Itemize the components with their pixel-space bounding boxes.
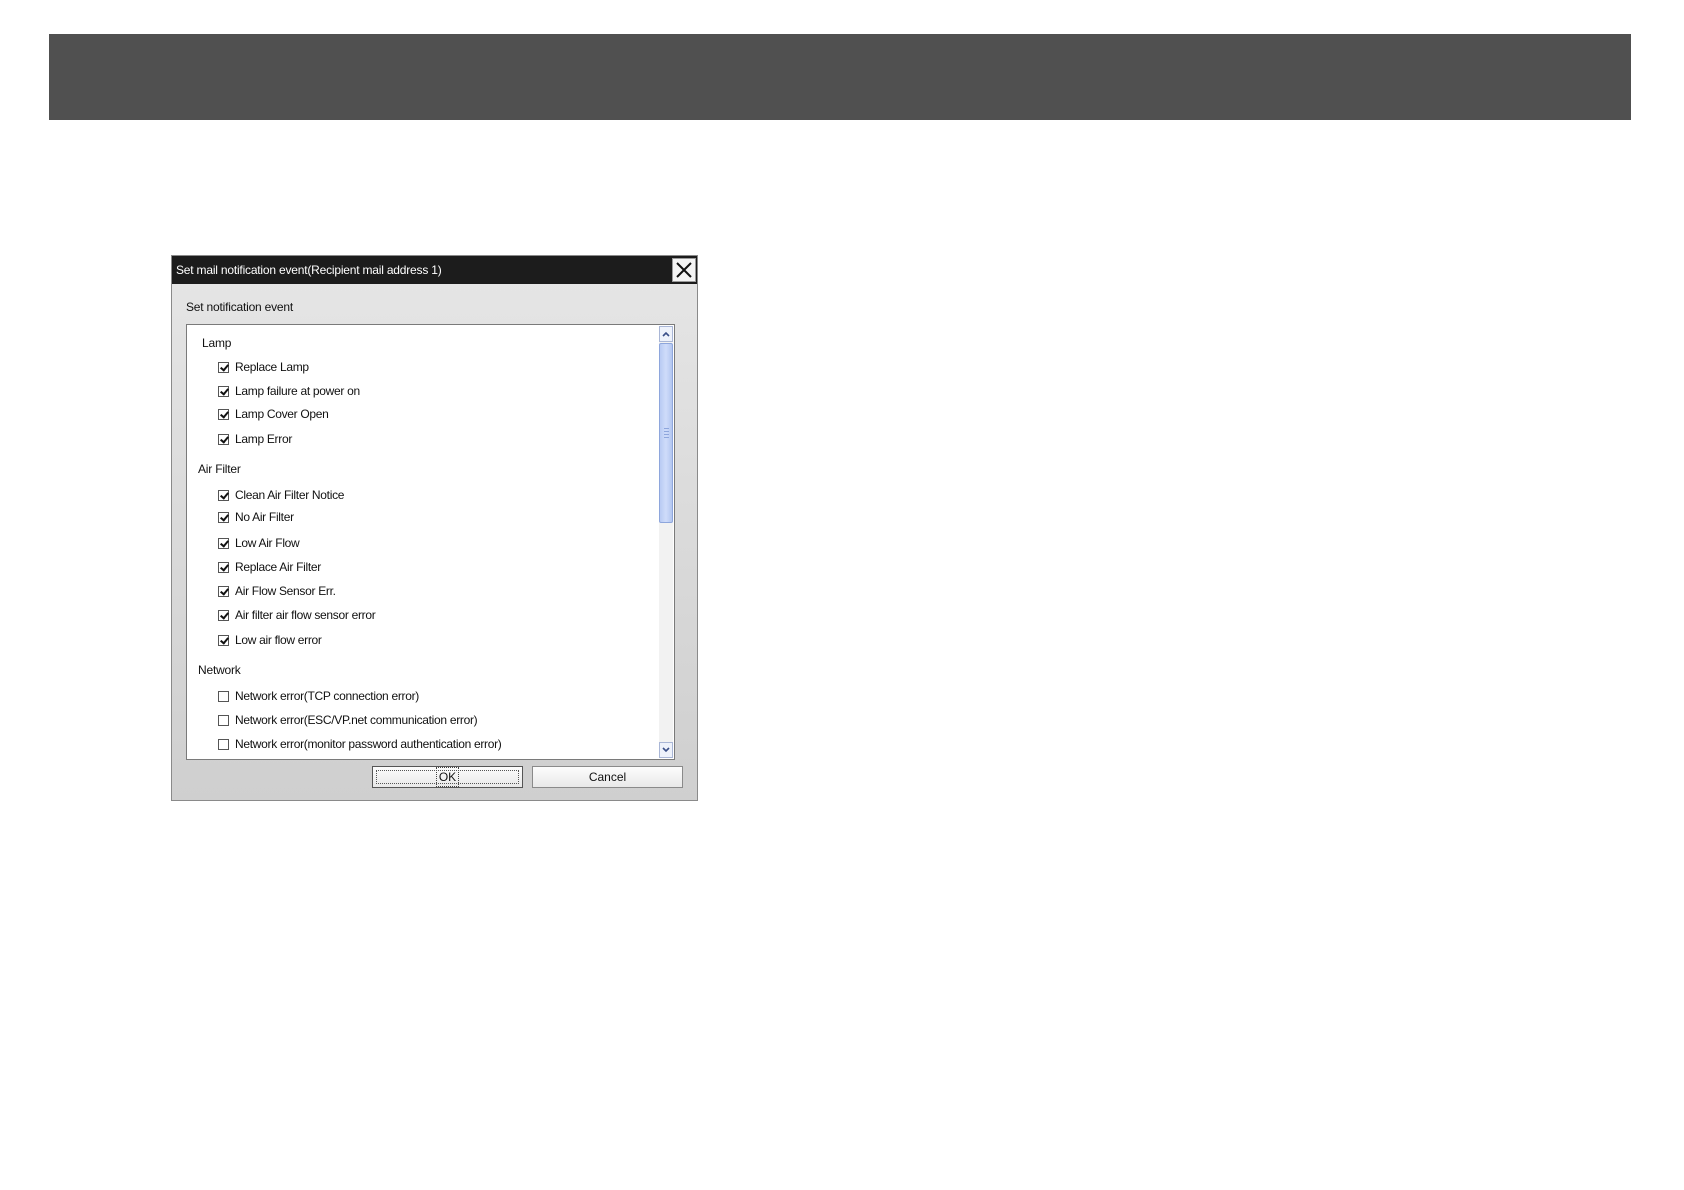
item-label: Low Air Flow bbox=[235, 536, 300, 550]
checkbox[interactable] bbox=[218, 385, 229, 397]
ok-button[interactable]: OK bbox=[372, 766, 523, 788]
item-label: Air filter air flow sensor error bbox=[235, 608, 376, 622]
checkbox[interactable] bbox=[218, 489, 229, 501]
list-item[interactable]: Lamp Error bbox=[218, 431, 292, 447]
list-item[interactable]: Replace Lamp bbox=[218, 359, 309, 375]
list-item[interactable]: Network error(ESC/VP.net communication e… bbox=[218, 712, 478, 728]
section-label: Set notification event bbox=[186, 300, 294, 314]
list-item[interactable]: Lamp Cover Open bbox=[218, 406, 329, 422]
checkbox[interactable] bbox=[218, 511, 229, 523]
cancel-button[interactable]: Cancel bbox=[532, 766, 683, 788]
list-item[interactable]: Network error(monitor password authentic… bbox=[218, 736, 502, 752]
list-item[interactable]: Air Flow Sensor Err. bbox=[218, 583, 336, 599]
checkbox[interactable] bbox=[218, 609, 229, 621]
item-label: Low air flow error bbox=[235, 633, 322, 647]
group-heading-network: Network bbox=[198, 663, 241, 677]
list-item[interactable]: Low Air Flow bbox=[218, 535, 300, 551]
close-icon bbox=[676, 262, 692, 278]
item-label: No Air Filter bbox=[235, 510, 294, 524]
item-label: Lamp Error bbox=[235, 432, 293, 446]
item-label: Replace Air Filter bbox=[235, 560, 321, 574]
page-header-band bbox=[49, 34, 1631, 120]
dialog-titlebar: Set mail notification event(Recipient ma… bbox=[172, 256, 697, 284]
scroll-down-button[interactable] bbox=[659, 742, 673, 758]
group-heading-air-filter: Air Filter bbox=[198, 462, 241, 476]
event-list[interactable]: Lamp Replace Lamp Lamp failure at power … bbox=[186, 324, 675, 760]
item-label: Clean Air Filter Notice bbox=[235, 488, 345, 502]
item-label: Lamp failure at power on bbox=[235, 384, 360, 398]
vertical-scrollbar[interactable] bbox=[659, 326, 673, 758]
group-heading-lamp: Lamp bbox=[202, 336, 232, 350]
checkbox[interactable] bbox=[218, 585, 229, 597]
checkbox[interactable] bbox=[218, 634, 229, 646]
list-item[interactable]: Replace Air Filter bbox=[218, 559, 321, 575]
item-label: Network error(ESC/VP.net communication e… bbox=[235, 713, 478, 727]
checkbox[interactable] bbox=[218, 433, 229, 445]
checkbox[interactable] bbox=[218, 408, 229, 420]
list-item[interactable]: Clean Air Filter Notice bbox=[218, 487, 344, 503]
cancel-button-label: Cancel bbox=[588, 770, 627, 784]
list-item[interactable]: Lamp failure at power on bbox=[218, 383, 360, 399]
scroll-thumb[interactable] bbox=[659, 343, 673, 523]
chevron-down-icon bbox=[662, 747, 670, 753]
checkbox[interactable] bbox=[218, 738, 229, 750]
item-label: Network error(TCP connection error) bbox=[235, 689, 420, 703]
checkbox[interactable] bbox=[218, 690, 229, 702]
checkbox[interactable] bbox=[218, 361, 229, 373]
focus-ring bbox=[376, 770, 519, 784]
scroll-up-button[interactable] bbox=[659, 326, 673, 342]
item-label: Air Flow Sensor Err. bbox=[235, 584, 336, 598]
item-label: Network error(monitor password authentic… bbox=[235, 737, 502, 751]
dialog-title: Set mail notification event(Recipient ma… bbox=[176, 263, 442, 277]
list-item[interactable]: Low air flow error bbox=[218, 632, 322, 648]
grip-icon bbox=[664, 428, 669, 438]
close-button[interactable] bbox=[672, 258, 696, 282]
checkbox[interactable] bbox=[218, 714, 229, 726]
item-label: Replace Lamp bbox=[235, 360, 309, 374]
checkbox[interactable] bbox=[218, 537, 229, 549]
mail-notification-dialog: Set mail notification event(Recipient ma… bbox=[171, 255, 698, 801]
checkbox[interactable] bbox=[218, 561, 229, 573]
list-item[interactable]: Air filter air flow sensor error bbox=[218, 607, 376, 623]
list-item[interactable]: Network error(TCP connection error) bbox=[218, 688, 419, 704]
item-label: Lamp Cover Open bbox=[235, 407, 329, 421]
chevron-up-icon bbox=[662, 331, 670, 337]
list-item[interactable]: No Air Filter bbox=[218, 509, 294, 525]
